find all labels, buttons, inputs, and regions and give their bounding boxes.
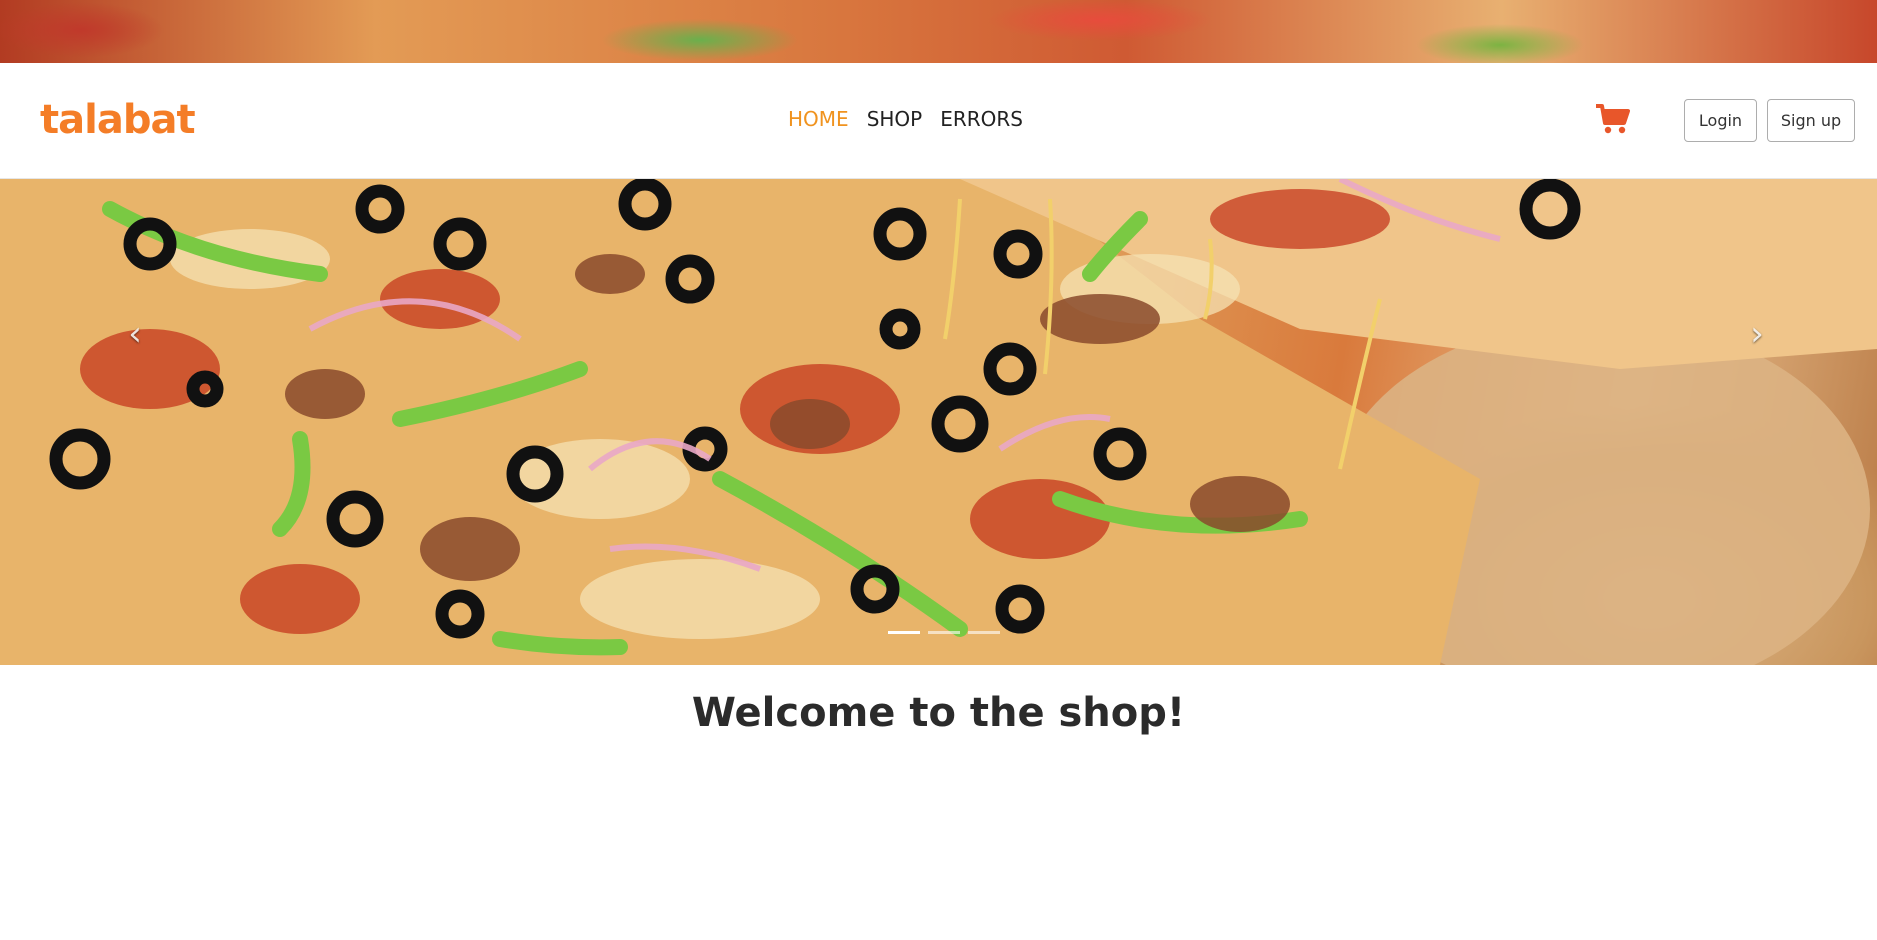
navbar: talabat HOME SHOP ERRORS Login Sign up (0, 63, 1877, 179)
nav-shop-link[interactable]: SHOP (867, 107, 923, 131)
hero-background-strip (0, 0, 1877, 63)
carousel-indicator-2[interactable] (928, 631, 960, 634)
talabat-logo[interactable]: talabat (40, 97, 196, 143)
nav-errors-link[interactable]: ERRORS (940, 107, 1023, 131)
chevron-left-icon[interactable]: ‹ (115, 304, 155, 364)
carousel-indicator-1[interactable] (888, 631, 920, 634)
main-nav: HOME SHOP ERRORS (788, 107, 1023, 131)
chevron-right-icon[interactable]: › (1737, 304, 1777, 364)
nav-home-link[interactable]: HOME (788, 107, 849, 131)
carousel-indicators (888, 631, 1000, 634)
shopping-cart-icon[interactable] (1595, 103, 1631, 135)
carousel-indicator-3[interactable] (968, 631, 1000, 634)
pizza-slide-image (0, 179, 1877, 665)
signup-button[interactable]: Sign up (1767, 99, 1855, 142)
hero-carousel[interactable]: ‹ › (0, 179, 1877, 665)
login-button[interactable]: Login (1684, 99, 1757, 142)
welcome-heading: Welcome to the shop! (691, 690, 1186, 736)
